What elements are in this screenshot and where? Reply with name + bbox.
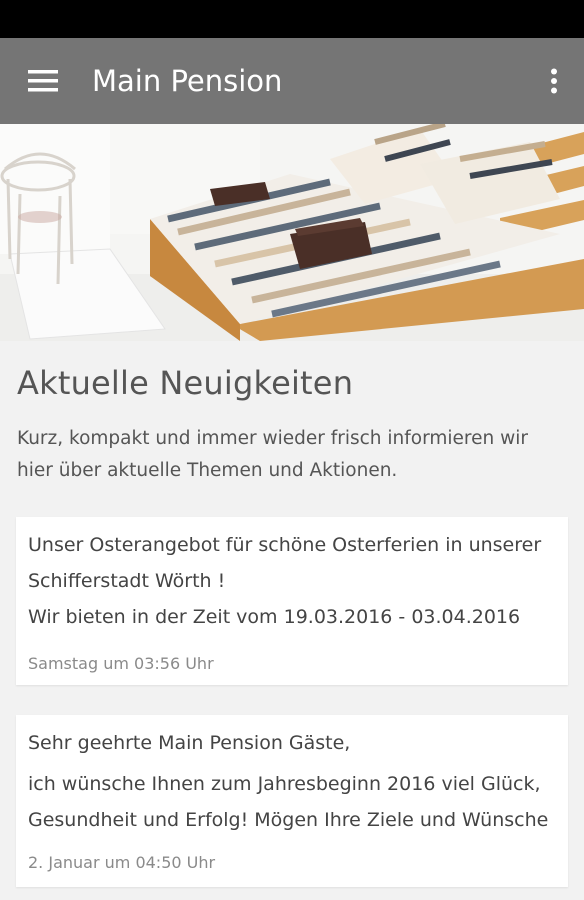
news-card-text: Wir bieten in der Zeit vom 19.03.2016 - … (28, 606, 521, 628)
app-title: Main Pension (92, 64, 283, 98)
bedroom-photo (0, 124, 584, 341)
news-card[interactable]: Sehr geehrte Main Pension Gäste, ich wün… (16, 715, 568, 887)
menu-button[interactable] (0, 38, 86, 124)
status-bar (0, 0, 584, 38)
news-card-text: Schifferstadt Wörth ! (28, 570, 226, 592)
news-card-text: ich wünsche Ihnen zum Jahresbeginn 2016 … (28, 773, 541, 795)
overflow-menu-button[interactable] (524, 38, 584, 124)
app-bar: Main Pension (0, 38, 584, 124)
news-card-date: 2. Januar um 04:50 Uhr (28, 853, 216, 872)
more-vert-icon (551, 68, 557, 94)
news-section-title: Aktuelle Neuigkeiten (17, 364, 354, 402)
news-card-text: Gesundheit und Erfolg! Mögen Ihre Ziele … (28, 809, 549, 831)
hamburger-menu-icon (28, 70, 58, 92)
news-card-text: Sehr geehrte Main Pension Gäste, (28, 732, 351, 754)
news-description-line: hier über aktuelle Themen und Aktionen. (17, 460, 398, 481)
news-card[interactable]: Unser Osterangebot für schöne Osterferie… (16, 517, 568, 685)
news-card-date: Samstag um 03:56 Uhr (28, 654, 214, 673)
news-description-line: Kurz, kompakt und immer wieder frisch in… (17, 428, 528, 449)
news-card-text: Unser Osterangebot für schöne Osterferie… (28, 534, 542, 556)
hero-image (0, 124, 584, 341)
news-section-description: Kurz, kompakt und immer wieder frisch in… (17, 423, 572, 487)
